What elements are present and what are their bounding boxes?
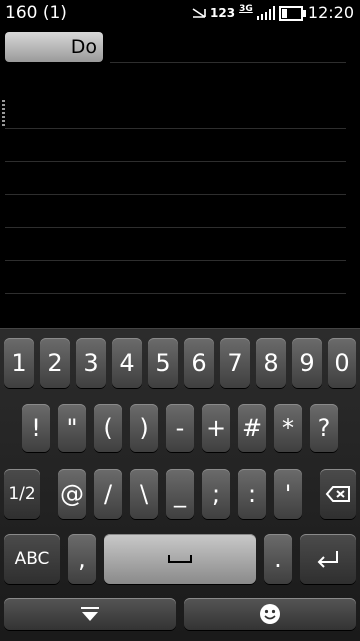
key-2[interactable]: 2	[40, 338, 70, 388]
key-0[interactable]: 0	[328, 338, 356, 388]
divider	[5, 227, 346, 228]
do-button[interactable]: Do	[5, 32, 103, 62]
key-6[interactable]: 6	[184, 338, 214, 388]
key-colon[interactable]: :	[238, 469, 266, 519]
key-plus[interactable]: +	[202, 404, 230, 452]
key-backslash[interactable]: \	[130, 469, 158, 519]
messaging-icon	[192, 8, 206, 18]
key-close-paren[interactable]: )	[130, 404, 158, 452]
status-bar: 160 (1) 123 3G 12:20	[0, 0, 360, 28]
signal-strength-icon	[256, 6, 275, 20]
divider	[5, 194, 346, 195]
enter-icon	[317, 551, 338, 568]
backspace-key[interactable]	[320, 469, 356, 519]
virtual-keyboard: 1 2 3 4 5 6 7 8 9 0 ! " ( ) - + # * ? 1/…	[0, 328, 360, 641]
key-7[interactable]: 7	[220, 338, 250, 388]
key-minus[interactable]: -	[166, 404, 194, 452]
smiley-icon	[260, 604, 280, 624]
key-underscore[interactable]: _	[166, 469, 194, 519]
network-type: 3G	[239, 4, 253, 14]
key-period[interactable]: .	[264, 534, 292, 584]
key-apostrophe[interactable]: '	[274, 469, 302, 519]
emoji-button[interactable]	[184, 598, 356, 630]
clock: 12:20	[307, 3, 354, 22]
backspace-icon	[325, 486, 350, 502]
key-1[interactable]: 1	[4, 338, 34, 388]
space-key[interactable]	[104, 534, 256, 584]
abc-key[interactable]: ABC	[4, 534, 60, 584]
key-semicolon[interactable]: ;	[202, 469, 230, 519]
space-icon	[168, 555, 192, 563]
battery-icon	[278, 5, 306, 21]
key-question[interactable]: ?	[310, 404, 338, 452]
key-9[interactable]: 9	[292, 338, 322, 388]
divider	[5, 128, 346, 129]
divider	[5, 161, 346, 162]
key-3[interactable]: 3	[76, 338, 106, 388]
key-hash[interactable]: #	[238, 404, 266, 452]
message-counter: 160 (1)	[5, 3, 67, 23]
enter-key[interactable]	[300, 534, 356, 584]
divider	[5, 260, 346, 261]
key-at[interactable]: @	[58, 469, 86, 519]
key-comma[interactable]: ,	[68, 534, 96, 584]
divider	[5, 293, 346, 294]
key-exclamation[interactable]: !	[22, 404, 50, 452]
network-indicator: 123	[210, 6, 236, 20]
divider	[110, 62, 346, 63]
key-quote[interactable]: "	[58, 404, 86, 452]
key-open-paren[interactable]: (	[94, 404, 122, 452]
hide-keyboard-icon	[81, 607, 99, 621]
page-toggle-key[interactable]: 1/2	[4, 469, 40, 519]
hide-keyboard-button[interactable]	[4, 598, 176, 630]
key-asterisk[interactable]: *	[274, 404, 302, 452]
key-5[interactable]: 5	[148, 338, 178, 388]
key-4[interactable]: 4	[112, 338, 142, 388]
key-8[interactable]: 8	[256, 338, 286, 388]
text-cursor	[2, 100, 5, 128]
status-icons: 123 3G	[192, 4, 306, 21]
key-slash[interactable]: /	[94, 469, 122, 519]
